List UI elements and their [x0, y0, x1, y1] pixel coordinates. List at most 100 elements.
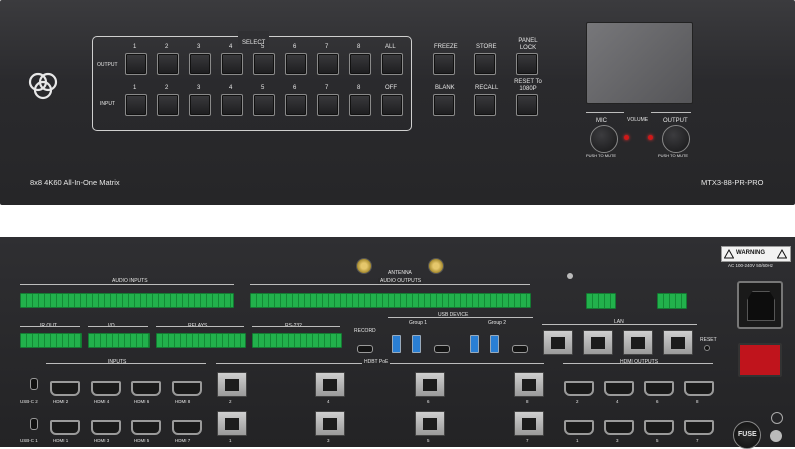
- hdbt-label-top-1: 2: [229, 399, 232, 404]
- lan-port-3[interactable]: [623, 330, 653, 355]
- output-8-button[interactable]: [349, 53, 371, 75]
- input-7-button[interactable]: [317, 94, 339, 116]
- usb-c-group1-port[interactable]: [434, 345, 450, 353]
- output-button-label-5: 5: [261, 44, 265, 50]
- hdbt-port-bottom-1[interactable]: [217, 411, 247, 436]
- hdbt-port-bottom-4[interactable]: [514, 411, 544, 436]
- lan-port-1[interactable]: [543, 330, 573, 355]
- output-7-button[interactable]: [317, 53, 339, 75]
- input-8-button[interactable]: [349, 94, 371, 116]
- audio-outputs-label: AUDIO OUTPUTS: [378, 278, 424, 284]
- input-button-label-4: 4: [229, 85, 233, 91]
- record-usb-c-port[interactable]: [357, 345, 373, 353]
- reset-label: RESET To 1080P: [514, 79, 542, 92]
- io-terminal[interactable]: [88, 333, 150, 348]
- hdbt-port-top-1[interactable]: [217, 372, 247, 397]
- ac-power-inlet[interactable]: [737, 281, 783, 329]
- blank-label: BLANK: [435, 85, 455, 91]
- warning-triangle-icon: [724, 249, 734, 259]
- output-button-label-2: 2: [165, 44, 169, 50]
- screw-1-icon: [567, 273, 573, 279]
- lan-port-4[interactable]: [663, 330, 693, 355]
- output-button-label-3: 3: [197, 44, 201, 50]
- hdmi-output-label-top-1: 2: [576, 399, 579, 404]
- hdbt-port-bottom-3[interactable]: [415, 411, 445, 436]
- audio-outputs-terminal[interactable]: [250, 293, 531, 308]
- usb-a-port-3[interactable]: [470, 335, 479, 353]
- output-push-to-mute: PUSH TO MUTE: [658, 153, 689, 158]
- blank-button[interactable]: [433, 94, 455, 116]
- hdmi-output-port-top-1[interactable]: [564, 381, 594, 396]
- hdbt-port-top-3[interactable]: [415, 372, 445, 397]
- relays-terminal[interactable]: [156, 333, 246, 348]
- control-terminal-1[interactable]: [586, 293, 616, 309]
- freeze-button[interactable]: [433, 53, 455, 75]
- power-rating: AC 100-240V 50/60Hz: [728, 263, 774, 268]
- ground-terminal[interactable]: [770, 430, 782, 442]
- reset-pinhole-button[interactable]: [704, 345, 710, 351]
- audio-inputs-terminal[interactable]: [20, 293, 234, 308]
- panel-lock-button[interactable]: [516, 53, 538, 75]
- output-2-button[interactable]: [157, 53, 179, 75]
- hdmi-output-label-bottom-1: 1: [576, 438, 579, 443]
- hdmi-output-port-bottom-4[interactable]: [684, 420, 714, 435]
- hdbt-port-top-4[interactable]: [514, 372, 544, 397]
- input-button-label-5: 5: [261, 85, 265, 91]
- hdmi-output-label-bottom-3: 5: [656, 438, 659, 443]
- hdmi-input-port-bottom-4[interactable]: [172, 420, 202, 435]
- hdmi-output-port-bottom-2[interactable]: [604, 420, 634, 435]
- hdmi-input-port-top-3[interactable]: [131, 381, 161, 396]
- hdmi-input-port-top-4[interactable]: [172, 381, 202, 396]
- hdmi-output-port-bottom-1[interactable]: [564, 420, 594, 435]
- hdmi-output-label-top-3: 6: [656, 399, 659, 404]
- ir-out-terminal[interactable]: [20, 333, 82, 348]
- power-switch[interactable]: [738, 343, 782, 377]
- recall-button[interactable]: [474, 94, 496, 116]
- hdmi-output-port-bottom-3[interactable]: [644, 420, 674, 435]
- store-button[interactable]: [474, 53, 496, 75]
- hdmi-input-port-bottom-3[interactable]: [131, 420, 161, 435]
- output-4-button[interactable]: [221, 53, 243, 75]
- antenna-connector-2[interactable]: [428, 258, 444, 274]
- lan-port-2[interactable]: [583, 330, 613, 355]
- input-3-button[interactable]: [189, 94, 211, 116]
- fuse-holder[interactable]: FUSE: [733, 421, 761, 449]
- hdmi-output-port-top-4[interactable]: [684, 381, 714, 396]
- rs232-terminal[interactable]: [252, 333, 342, 348]
- input-4-button[interactable]: [221, 94, 243, 116]
- hdbt-port-top-2[interactable]: [315, 372, 345, 397]
- hdmi-input-port-bottom-1[interactable]: [50, 420, 80, 435]
- panel-lock-label: PANEL LOCK: [518, 38, 538, 51]
- usb-a-port-4[interactable]: [490, 335, 499, 353]
- input-1-button[interactable]: [125, 94, 147, 116]
- hdmi-input-port-bottom-2[interactable]: [91, 420, 121, 435]
- usb-c-group2-port[interactable]: [512, 345, 528, 353]
- input-2-button[interactable]: [157, 94, 179, 116]
- input-5-button[interactable]: [253, 94, 275, 116]
- hdbt-port-bottom-2[interactable]: [315, 411, 345, 436]
- usb-a-port-1[interactable]: [392, 335, 401, 353]
- usb-c2-port[interactable]: [30, 378, 38, 390]
- output-6-button[interactable]: [285, 53, 307, 75]
- recall-label: RECALL: [475, 85, 499, 91]
- output-all-button[interactable]: [381, 53, 403, 75]
- output-5-button[interactable]: [253, 53, 275, 75]
- hdmi-input-port-top-1[interactable]: [50, 381, 80, 396]
- control-terminal-2[interactable]: [657, 293, 687, 309]
- hdmi-output-port-top-2[interactable]: [604, 381, 634, 396]
- input-off-button[interactable]: [381, 94, 403, 116]
- product-description: 8x8 4K60 All-In-One Matrix: [30, 178, 120, 187]
- antenna-connector-1[interactable]: [356, 258, 372, 274]
- hdmi-input-port-top-2[interactable]: [91, 381, 121, 396]
- audio-inputs-label: AUDIO INPUTS: [110, 278, 150, 284]
- hdmi-output-port-top-3[interactable]: [644, 381, 674, 396]
- output-button-label-8: 8: [357, 44, 361, 50]
- output-volume-knob[interactable]: [662, 125, 690, 153]
- mic-volume-knob[interactable]: [590, 125, 618, 153]
- output-1-button[interactable]: [125, 53, 147, 75]
- output-3-button[interactable]: [189, 53, 211, 75]
- usb-c1-port[interactable]: [30, 418, 38, 430]
- input-6-button[interactable]: [285, 94, 307, 116]
- usb-a-port-2[interactable]: [412, 335, 421, 353]
- reset-1080p-button[interactable]: [516, 94, 538, 116]
